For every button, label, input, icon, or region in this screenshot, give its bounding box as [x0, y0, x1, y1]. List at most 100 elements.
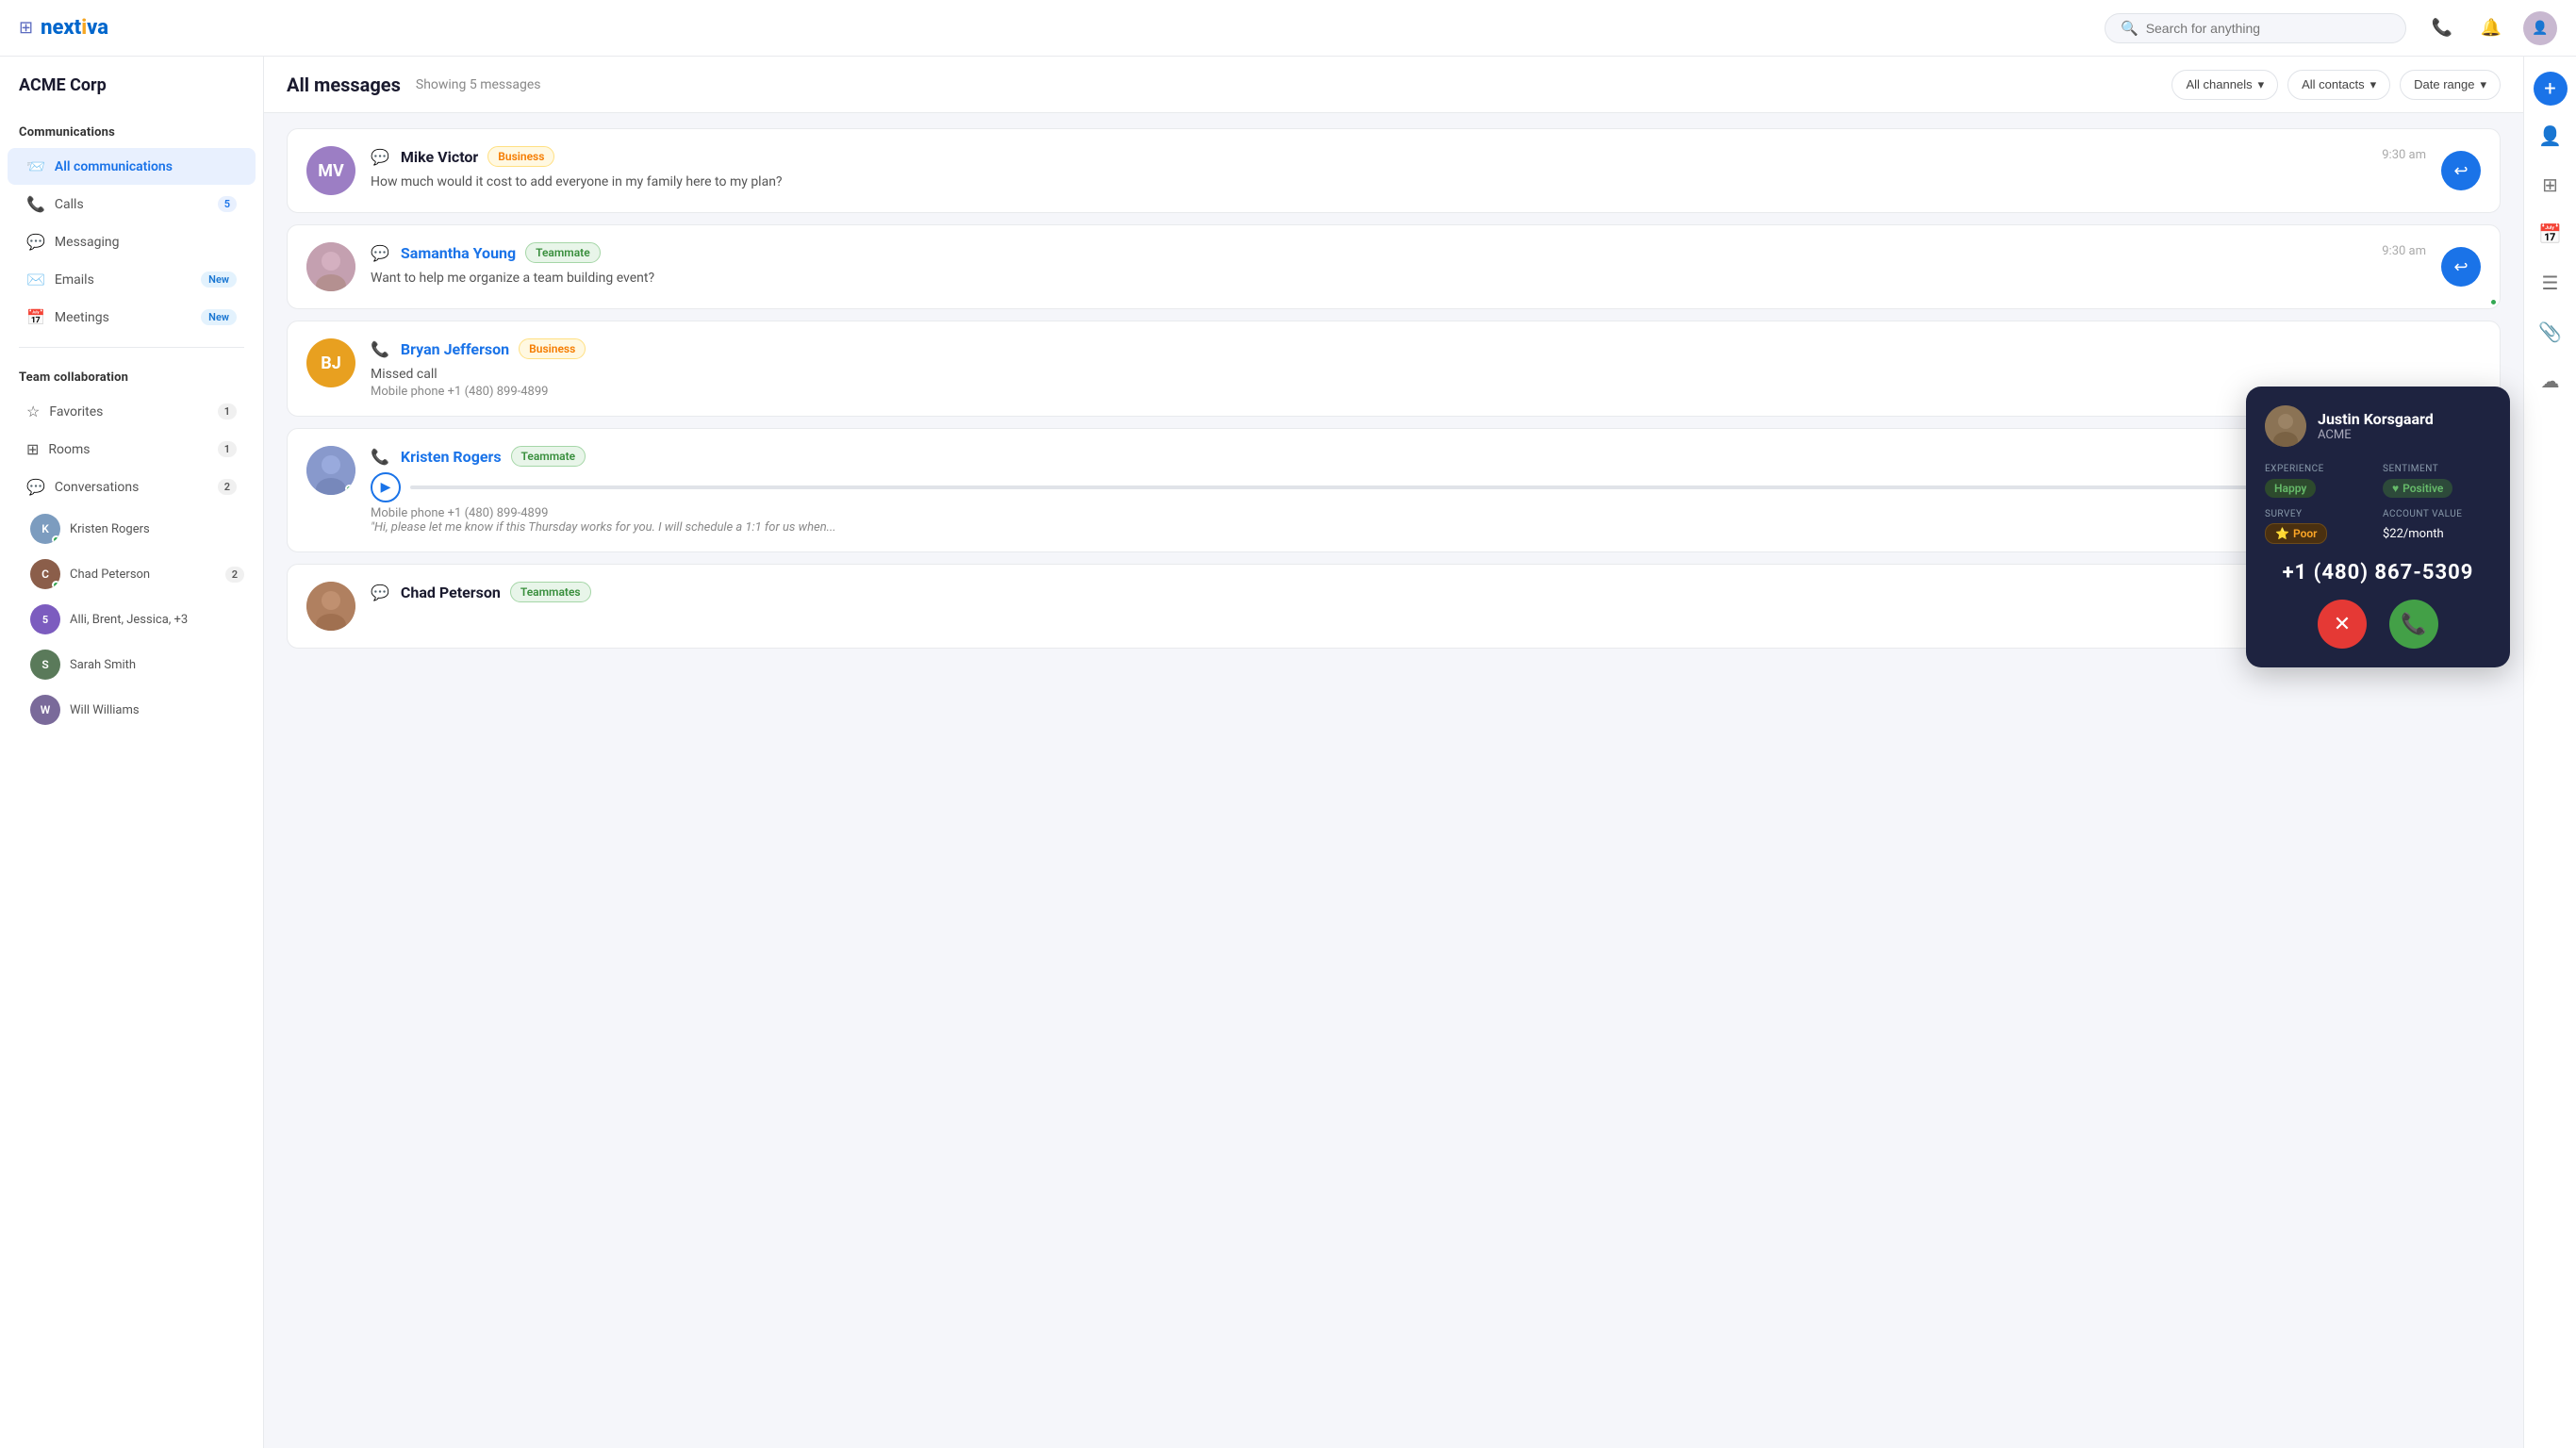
- user-avatar[interactable]: 👤: [2523, 11, 2557, 45]
- all-comms-icon: 📨: [26, 157, 45, 175]
- filter-all-channels[interactable]: All channels ▾: [2171, 70, 2278, 100]
- sidebar-item-label: Conversations: [55, 480, 208, 495]
- sidebar-item-emails[interactable]: ✉️ Emails New: [8, 261, 256, 298]
- cloud-icon[interactable]: ☁: [2532, 362, 2569, 400]
- experience-value: Happy: [2265, 479, 2316, 498]
- popup-company: ACME: [2318, 428, 2434, 442]
- channel-icon-message: 💬: [371, 148, 389, 166]
- main-content: All messages Showing 5 messages All chan…: [264, 57, 2523, 1448]
- emails-new-badge: New: [201, 272, 237, 288]
- rooms-badge: 1: [218, 441, 237, 457]
- msg-time: 9:30 am: [2382, 242, 2426, 258]
- contact-popup-card[interactable]: Justin Korsgaard ACME EXPERIENCE Happy S…: [2246, 387, 2510, 667]
- sidebar-item-favorites[interactable]: ☆ Favorites 1: [8, 393, 256, 430]
- play-button[interactable]: ▶: [371, 472, 401, 502]
- message-card-samantha-young[interactable]: 💬 Samantha Young Teammate Want to help m…: [287, 224, 2501, 309]
- list-icon[interactable]: ☰: [2532, 264, 2569, 302]
- avatar-mike-victor: MV: [306, 146, 355, 195]
- msg-body: 📞 Bryan Jefferson Business Missed call M…: [371, 338, 2481, 399]
- search-input[interactable]: [2146, 21, 2390, 36]
- call-phone: Mobile phone +1 (480) 899-4899: [371, 506, 2481, 520]
- msg-tag: Business: [487, 146, 554, 167]
- group-avatar: 5: [30, 604, 60, 634]
- call-phone: Mobile phone +1 (480) 899-4899: [371, 385, 2481, 399]
- sidebar-item-all-communications[interactable]: 📨 All communications: [8, 148, 256, 185]
- content-header: All messages Showing 5 messages All chan…: [264, 57, 2523, 113]
- popup-user-details: Justin Korsgaard ACME: [2318, 410, 2434, 442]
- audio-progress-bar: [410, 485, 2416, 489]
- decline-call-button[interactable]: ✕: [2318, 600, 2367, 649]
- msg-tag: Business: [519, 338, 586, 359]
- meetings-new-badge: New: [201, 309, 237, 325]
- avatar-svg: [306, 582, 355, 631]
- popup-avatar: [2265, 405, 2306, 447]
- calendar-icon[interactable]: 📅: [2532, 215, 2569, 253]
- popup-account-value: ACCOUNT VALUE $22/month: [2383, 509, 2491, 544]
- msg-text: Missed call: [371, 365, 2481, 385]
- filter-date-range[interactable]: Date range ▾: [2400, 70, 2501, 100]
- person-icon[interactable]: 👤: [2532, 117, 2569, 155]
- popup-sentiment: SENTIMENT ♥ Positive: [2383, 464, 2491, 498]
- convo-item-kristen[interactable]: K Kristen Rogers: [0, 506, 263, 551]
- add-button[interactable]: +: [2534, 72, 2568, 106]
- convo-name: Alli, Brent, Jessica, +3: [70, 613, 188, 627]
- sidebar-item-calls[interactable]: 📞 Calls 5: [8, 186, 256, 222]
- convo-item-sarah[interactable]: S Sarah Smith: [0, 642, 263, 687]
- convo-name: Sarah Smith: [70, 658, 136, 672]
- msg-name: Chad Peterson: [401, 584, 501, 601]
- filter-all-contacts[interactable]: All contacts ▾: [2287, 70, 2390, 100]
- messaging-icon: 💬: [26, 233, 45, 251]
- filter-label: Date range: [2414, 77, 2474, 91]
- msg-body: 💬 Chad Peterson Teammates: [371, 582, 2367, 608]
- paperclip-icon[interactable]: 📎: [2532, 313, 2569, 351]
- convo-item-will[interactable]: W Will Williams: [0, 687, 263, 732]
- table-icon[interactable]: ⊞: [2532, 166, 2569, 204]
- popup-call-actions: ✕ 📞: [2265, 600, 2491, 649]
- sidebar-item-messaging[interactable]: 💬 Messaging: [8, 223, 256, 260]
- left-sidebar: ACME Corp Communications 📨 All communica…: [0, 57, 264, 1448]
- sidebar-item-conversations[interactable]: 💬 Conversations 2: [8, 469, 256, 505]
- msg-header: 📞 Kristen Rogers Teammate: [371, 446, 2481, 467]
- sidebar-item-rooms[interactable]: ⊞ Rooms 1: [8, 431, 256, 468]
- convo-item-chad[interactable]: C Chad Peterson 2: [0, 551, 263, 597]
- channel-icon-message: 💬: [371, 584, 389, 601]
- reply-button[interactable]: ↩: [2441, 247, 2481, 287]
- chevron-down-icon: ▾: [2480, 77, 2486, 92]
- message-card-bryan-jefferson[interactable]: BJ 📞 Bryan Jefferson Business Missed cal…: [287, 321, 2501, 417]
- search-bar[interactable]: 🔍: [2105, 13, 2406, 43]
- rooms-icon: ⊞: [26, 440, 39, 458]
- sidebar-item-meetings[interactable]: 📅 Meetings New: [8, 299, 256, 336]
- avatar-bryan-jefferson: BJ: [306, 338, 355, 387]
- message-card-chad-peterson[interactable]: 💬 Chad Peterson Teammates 9:30 am ↩: [287, 564, 2501, 649]
- msg-body: 💬 Samantha Young Teammate Want to help m…: [371, 242, 2367, 288]
- message-card-mike-victor[interactable]: MV 💬 Mike Victor Business How much would…: [287, 128, 2501, 213]
- online-dot: [52, 581, 60, 589]
- survey-value: ⭐ Poor: [2265, 523, 2327, 544]
- channel-icon-call: 📞: [371, 340, 389, 358]
- avatar-svg: [306, 242, 355, 291]
- sidebar-item-label: Rooms: [48, 442, 207, 457]
- bell-icon[interactable]: 🔔: [2474, 11, 2508, 45]
- convo-name: Will Williams: [70, 703, 140, 717]
- heart-icon: ♥: [2392, 482, 2399, 495]
- logo-text: nextiva: [41, 16, 108, 40]
- channel-icon-call: 📞: [371, 448, 389, 466]
- convo-item-group[interactable]: 5 Alli, Brent, Jessica, +3: [0, 597, 263, 642]
- phone-icon[interactable]: 📞: [2425, 11, 2459, 45]
- messages-list: MV 💬 Mike Victor Business How much would…: [264, 113, 2523, 1448]
- transcript-text: "Hi, please let me know if this Thursday…: [371, 520, 2481, 535]
- sidebar-item-label: Messaging: [55, 235, 237, 250]
- avatar-kristen-rogers: [306, 446, 355, 495]
- header-filters: All channels ▾ All contacts ▾ Date range…: [2171, 70, 2501, 100]
- msg-name: Mike Victor: [401, 148, 478, 166]
- accept-call-button[interactable]: 📞: [2389, 600, 2438, 649]
- reply-button[interactable]: ↩: [2441, 151, 2481, 190]
- search-icon: 🔍: [2121, 20, 2138, 37]
- meetings-icon: 📅: [26, 308, 45, 326]
- chad-badge: 2: [225, 567, 244, 583]
- msg-header: 💬 Mike Victor Business: [371, 146, 2367, 167]
- message-card-kristen-rogers[interactable]: 📞 Kristen Rogers Teammate ▶ 15 sec Mobil…: [287, 428, 2501, 552]
- emails-icon: ✉️: [26, 271, 45, 288]
- logo-area: ⊞ nextiva: [19, 16, 108, 40]
- popup-phone-number: +1 (480) 867-5309: [2265, 561, 2491, 584]
